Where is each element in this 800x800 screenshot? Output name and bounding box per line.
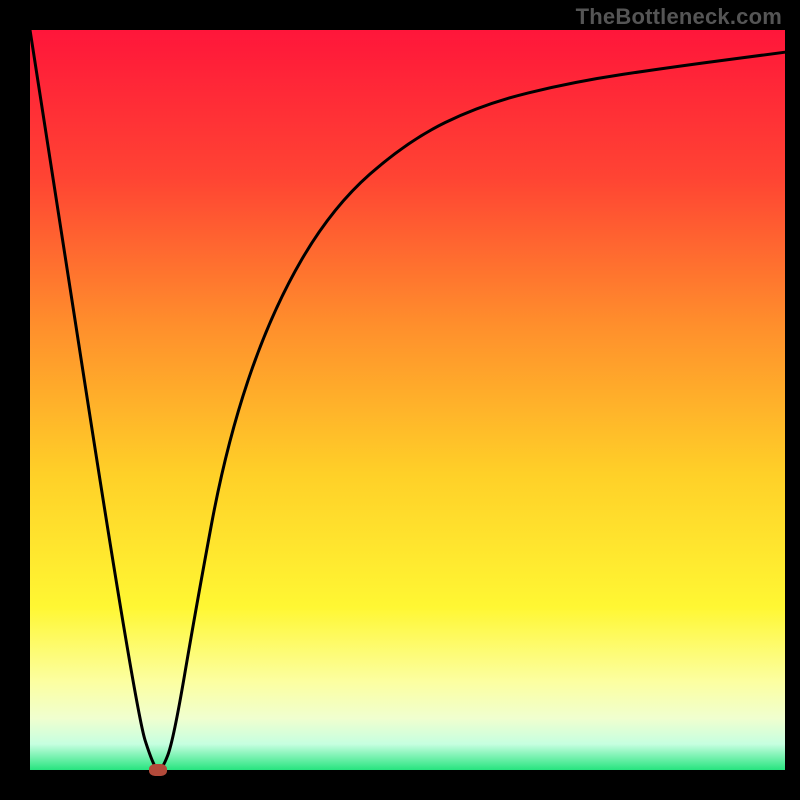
optimum-marker [149,764,167,776]
chart-frame: TheBottleneck.com [0,0,800,800]
plot-background [30,30,785,770]
watermark-text: TheBottleneck.com [576,4,782,30]
bottleneck-chart [0,0,800,800]
